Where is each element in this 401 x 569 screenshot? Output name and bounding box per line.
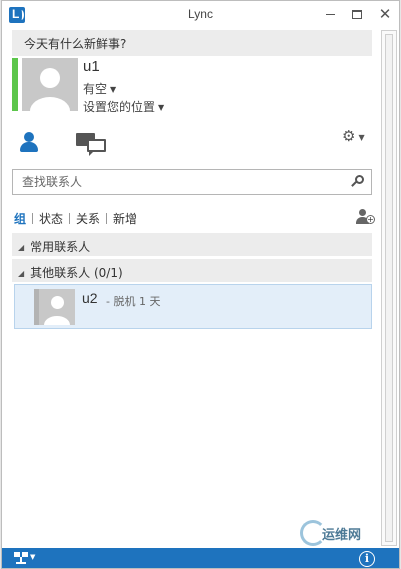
- profile-name: u1: [83, 58, 100, 75]
- close-icon: ✕: [378, 5, 392, 23]
- avatar[interactable]: [22, 58, 78, 111]
- network-icon[interactable]: ▼: [14, 552, 36, 566]
- chevron-down-icon: ▼: [358, 133, 365, 142]
- search-input[interactable]: [13, 170, 343, 194]
- maximize-button[interactable]: [347, 5, 367, 23]
- chevron-down-icon: ▼: [158, 103, 165, 112]
- title-bar: L Lync ✕: [2, 1, 399, 28]
- lync-window: L Lync ✕ 今天有什么新鲜事? u1 有空 ▼ 设置您的位置 ▼ ⚙ ▼ …: [1, 0, 400, 569]
- presence-dropdown[interactable]: 有空 ▼: [83, 80, 116, 97]
- presence-label: 有空: [83, 82, 108, 96]
- location-dropdown[interactable]: 设置您的位置 ▼: [83, 98, 164, 115]
- presence-indicator: [12, 58, 18, 111]
- contact-status: - 脱机 1 天: [106, 295, 161, 308]
- view-tabs: 组状态 关系 新增: [14, 210, 137, 227]
- contacts-tab[interactable]: [19, 130, 41, 156]
- list-item[interactable]: u2 - 脱机 1 天: [14, 284, 372, 329]
- options-button[interactable]: ⚙ ▼: [342, 127, 365, 145]
- watermark: 运维网: [300, 520, 380, 546]
- search-box: [12, 169, 372, 195]
- add-contact-icon[interactable]: +: [356, 209, 375, 225]
- group-label: 常用联系人: [30, 240, 91, 254]
- status-message-input[interactable]: 今天有什么新鲜事?: [12, 30, 372, 56]
- minimize-button[interactable]: [320, 5, 340, 23]
- conversations-tab[interactable]: [76, 133, 108, 157]
- my-profile: u1 有空 ▼ 设置您的位置 ▼: [12, 58, 372, 115]
- tab-groups[interactable]: 组: [14, 210, 26, 227]
- collapse-triangle-icon: ◢: [18, 243, 25, 252]
- minimize-icon: [325, 13, 335, 15]
- maximize-icon: [352, 9, 362, 19]
- chevron-down-icon: ▼: [110, 85, 117, 94]
- group-header-frequent[interactable]: ◢ 常用联系人: [12, 233, 372, 256]
- tab-relationships[interactable]: 关系: [76, 210, 100, 227]
- tab-new[interactable]: 新增: [113, 210, 137, 227]
- scrollbar[interactable]: [381, 30, 397, 546]
- contact-name: u2: [82, 290, 98, 306]
- location-label: 设置您的位置: [83, 100, 156, 114]
- info-icon[interactable]: i: [359, 551, 375, 567]
- watermark-text: 运维网: [322, 528, 362, 543]
- collapse-triangle-icon: ◢: [18, 269, 25, 278]
- search-icon[interactable]: [350, 175, 364, 189]
- group-header-other[interactable]: ◢ 其他联系人 (0/1): [12, 259, 372, 282]
- gear-icon: ⚙: [342, 127, 356, 145]
- avatar: [39, 289, 75, 325]
- group-label: 其他联系人 (0/1): [30, 266, 123, 280]
- scrollbar-thumb[interactable]: [385, 34, 393, 542]
- tab-status[interactable]: 状态: [39, 210, 63, 227]
- status-bar: ▼ i: [2, 548, 399, 568]
- status-message-placeholder: 今天有什么新鲜事?: [24, 37, 127, 51]
- close-button[interactable]: ✕: [375, 5, 395, 23]
